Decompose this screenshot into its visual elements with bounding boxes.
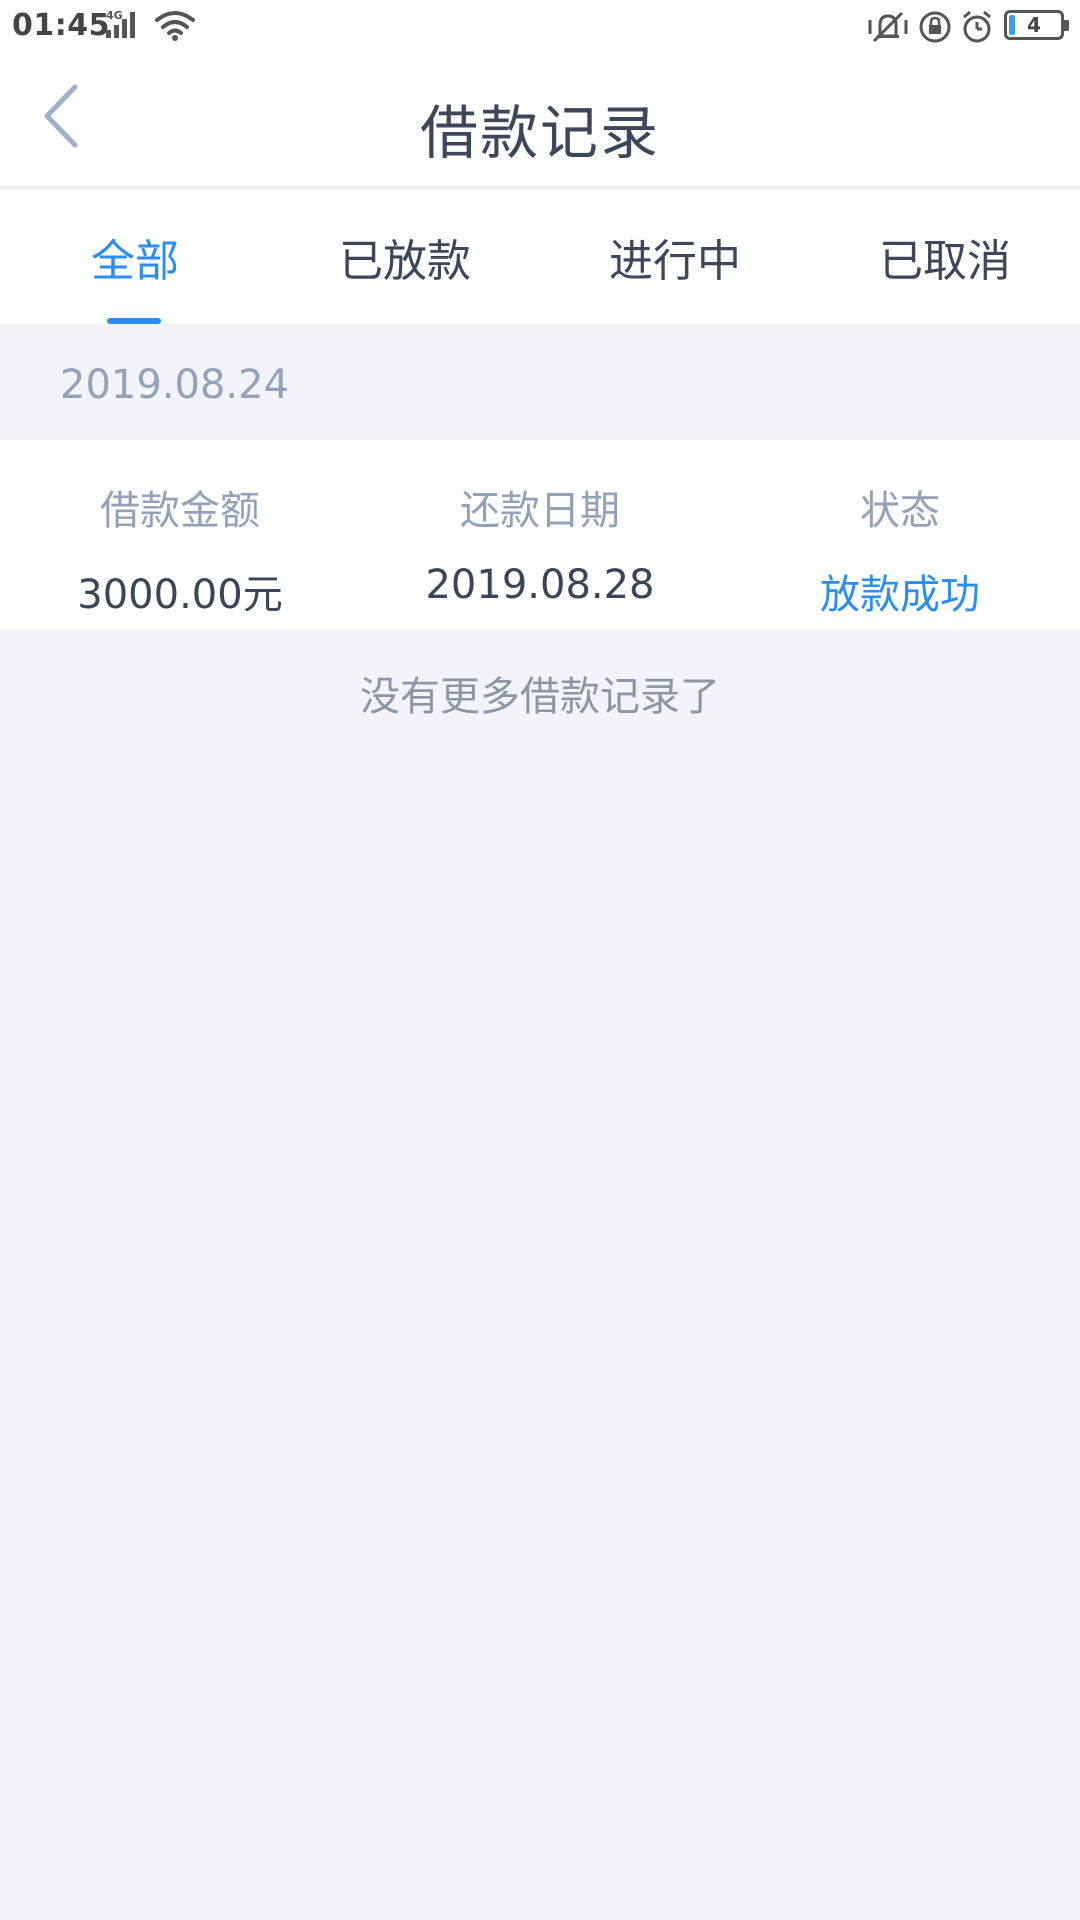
tab-label: 已放款	[339, 236, 471, 287]
tab-label: 进行中	[609, 236, 741, 287]
page-title: 借款记录	[419, 99, 660, 167]
status-time: 01:45	[12, 8, 110, 43]
loan-record-card[interactable]: 借款金额 3000.00元 还款日期 2019.08.28 状态 放款成功	[0, 440, 1080, 630]
record-date-header: 2019.08.24	[60, 362, 290, 408]
status-value: 放款成功	[820, 572, 980, 618]
alarm-icon	[960, 10, 994, 48]
status-column: 状态 放款成功	[720, 440, 1080, 630]
no-more-records-text: 没有更多借款记录了	[360, 674, 720, 720]
wifi-icon	[154, 10, 196, 46]
tab-disbursed[interactable]: 已放款	[270, 190, 540, 324]
status-bar: 01:45 4G 4	[0, 0, 1080, 56]
active-tab-indicator	[107, 318, 161, 324]
lock-rotation-icon	[918, 10, 952, 48]
vibrate-mute-icon	[866, 10, 910, 48]
due-date-label: 还款日期	[460, 488, 620, 534]
due-date-column: 还款日期 2019.08.28	[360, 440, 720, 630]
tab-in-progress[interactable]: 进行中	[540, 190, 810, 324]
network-type-text: 4G	[106, 9, 123, 22]
tab-cancelled[interactable]: 已取消	[810, 190, 1080, 324]
battery-icon: 4	[1004, 10, 1069, 40]
amount-label: 借款金额	[100, 488, 260, 534]
due-date-value: 2019.08.28	[425, 562, 655, 608]
status-label: 状态	[860, 488, 940, 534]
amount-value: 3000.00元	[77, 572, 283, 618]
tab-label: 全部	[91, 236, 179, 287]
amount-column: 借款金额 3000.00元	[0, 440, 360, 630]
tab-bar: 全部 已放款 进行中 已取消	[0, 190, 1080, 324]
signal-4g-icon: 4G	[104, 8, 146, 46]
tab-all[interactable]: 全部	[0, 190, 270, 324]
tab-label: 已取消	[879, 236, 1011, 287]
title-bar: 借款记录	[0, 56, 1080, 188]
